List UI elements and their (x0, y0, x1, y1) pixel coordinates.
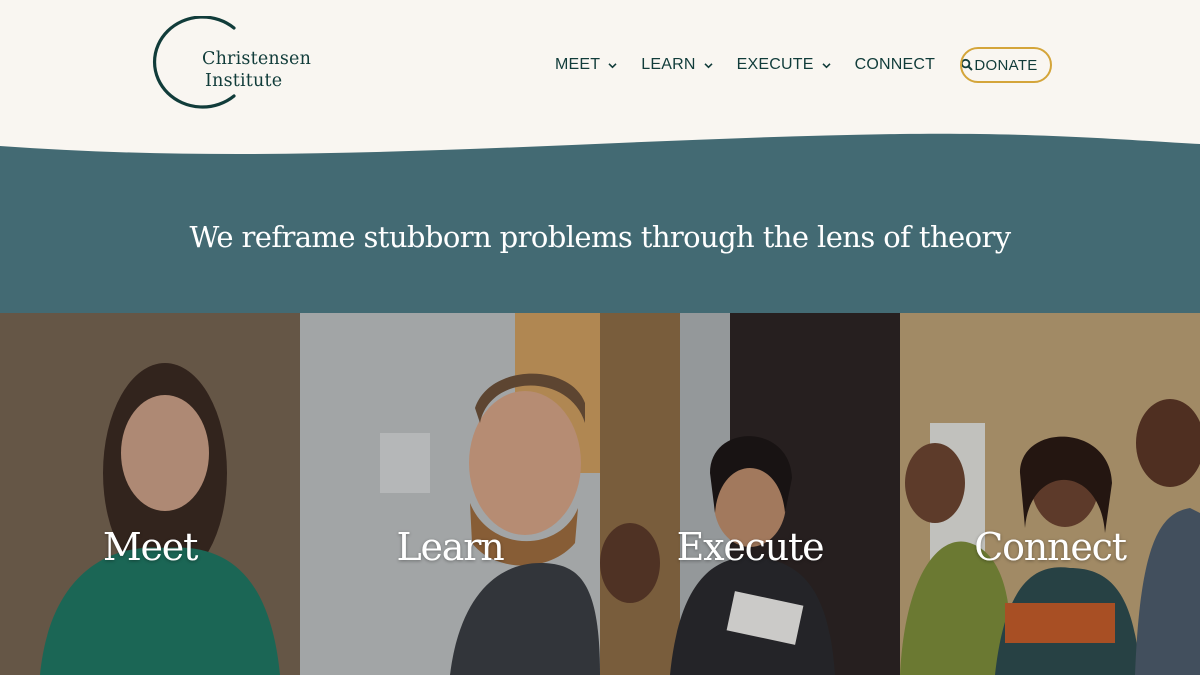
chevron-down-icon (822, 62, 831, 68)
tile-meet[interactable]: Meet (0, 313, 300, 675)
nav-item-learn[interactable]: LEARN (641, 56, 713, 74)
hero-tagline: We reframe stubborn problems through the… (189, 220, 1012, 254)
logo-line-2: Institute (205, 71, 283, 91)
logo-line-1: Christensen (202, 49, 312, 69)
nav-item-execute[interactable]: EXECUTE (737, 56, 832, 74)
nav-item-meet[interactable]: MEET (555, 56, 618, 74)
tile-label: Meet (102, 525, 199, 569)
meet-photo (0, 313, 300, 675)
nav-item-label: CONNECT (854, 56, 936, 73)
header-wave-divider (0, 133, 1200, 168)
tile-label: Execute (676, 525, 825, 569)
nav-item-connect[interactable]: CONNECT (855, 56, 936, 74)
tile-connect[interactable]: Connect (900, 313, 1200, 675)
feature-tiles: Meet Learn Execute Connect (0, 313, 1200, 675)
nav-item-label: LEARN (641, 56, 696, 73)
tile-label: Connect (974, 525, 1127, 569)
tile-learn[interactable]: Learn (300, 313, 600, 675)
nav-item-label: EXECUTE (736, 56, 814, 73)
learn-photo (300, 313, 600, 675)
main-nav: MEET LEARN EXECUTE CONNECT (555, 54, 974, 76)
tile-label: Learn (396, 525, 504, 569)
donate-button[interactable]: DONATE (960, 47, 1052, 83)
connect-photo (900, 313, 1200, 675)
nav-item-label: MEET (555, 56, 601, 73)
execute-photo (600, 313, 900, 675)
christensen-institute-logo[interactable]: Christensen Institute (150, 16, 320, 114)
chevron-down-icon (608, 62, 617, 68)
chevron-down-icon (704, 62, 713, 68)
tile-execute[interactable]: Execute (600, 313, 900, 675)
